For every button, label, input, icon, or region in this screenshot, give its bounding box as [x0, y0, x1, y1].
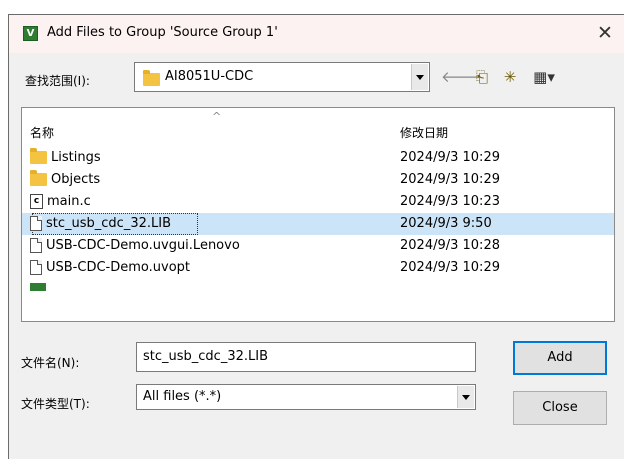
window-title: Add Files to Group 'Source Group 1': [47, 25, 278, 40]
list-item[interactable]: USB-CDC-Demo.uvopt 2024/9/3 10:29: [22, 257, 614, 279]
chevron-down-icon[interactable]: [457, 386, 474, 408]
file-type-dropdown[interactable]: All files (*.*): [136, 384, 476, 410]
add-button[interactable]: Add: [513, 341, 607, 375]
add-files-dialog: V Add Files to Group 'Source Group 1' ✕ …: [8, 14, 624, 459]
column-header-name[interactable]: 名称: [30, 124, 54, 141]
c-file-icon: c: [30, 194, 43, 209]
list-item-selected[interactable]: stc_usb_cdc_32.LIB 2024/9/3 9:50: [22, 213, 614, 235]
column-header-date[interactable]: 修改日期: [400, 124, 448, 141]
file-name-label: 文件名(N):: [21, 356, 80, 370]
folder-icon: [30, 148, 47, 164]
new-folder-icon[interactable]: ✳: [499, 67, 521, 87]
file-name-input[interactable]: stc_usb_cdc_32.LIB: [136, 342, 476, 372]
project-file-icon: [30, 283, 46, 291]
folder-icon: [143, 70, 160, 87]
list-item[interactable]: c main.c 2024/9/3 10:23: [22, 191, 614, 213]
file-name: stc_usb_cdc_32.LIB: [46, 216, 171, 231]
file-date: 2024/9/3 10:23: [400, 194, 500, 209]
uvision-app-icon: V: [23, 26, 38, 41]
sort-ascending-icon: ^: [212, 110, 222, 123]
file-name: USB-CDC-Demo.uvopt: [46, 260, 190, 275]
file-name: Listings: [51, 150, 101, 165]
list-item[interactable]: Listings 2024/9/3 10:29: [22, 147, 614, 169]
title-bar[interactable]: V Add Files to Group 'Source Group 1' ✕: [9, 15, 624, 53]
file-date: 2024/9/3 10:28: [400, 238, 500, 253]
file-name: USB-CDC-Demo.uvgui.Lenovo: [46, 238, 240, 253]
look-in-label: 查找范围(I):: [25, 74, 90, 88]
list-item[interactable]: Objects 2024/9/3 10:29: [22, 169, 614, 191]
file-icon: [30, 238, 42, 253]
file-name: main.c: [47, 194, 91, 209]
list-item-partial: [22, 283, 614, 291]
file-list[interactable]: ^ 名称 修改日期 Listings 2024/9/3 10:29 Object…: [21, 107, 615, 322]
close-icon[interactable]: ✕: [592, 20, 618, 46]
file-date: 2024/9/3 10:29: [400, 260, 500, 275]
folder-icon: [30, 170, 47, 186]
list-item[interactable]: USB-CDC-Demo.uvgui.Lenovo 2024/9/3 10:28: [22, 235, 614, 257]
file-date: 2024/9/3 9:50: [400, 216, 492, 231]
file-icon: [30, 216, 42, 231]
chevron-down-icon[interactable]: [411, 64, 428, 90]
view-menu-icon[interactable]: ▦▾: [527, 67, 561, 87]
file-type-value: All files (*.*): [143, 389, 222, 404]
up-folder-icon[interactable]: ⎗: [471, 67, 493, 87]
file-name: Objects: [51, 172, 101, 187]
close-button[interactable]: Close: [513, 391, 607, 425]
back-arrow-icon[interactable]: 🡐: [441, 67, 481, 87]
look-in-value: AI8051U-CDC: [165, 69, 254, 84]
file-icon: [30, 260, 42, 275]
file-date: 2024/9/3 10:29: [400, 150, 500, 165]
file-date: 2024/9/3 10:29: [400, 172, 500, 187]
file-type-label: 文件类型(T):: [21, 397, 90, 411]
look-in-dropdown[interactable]: AI8051U-CDC: [134, 62, 430, 92]
